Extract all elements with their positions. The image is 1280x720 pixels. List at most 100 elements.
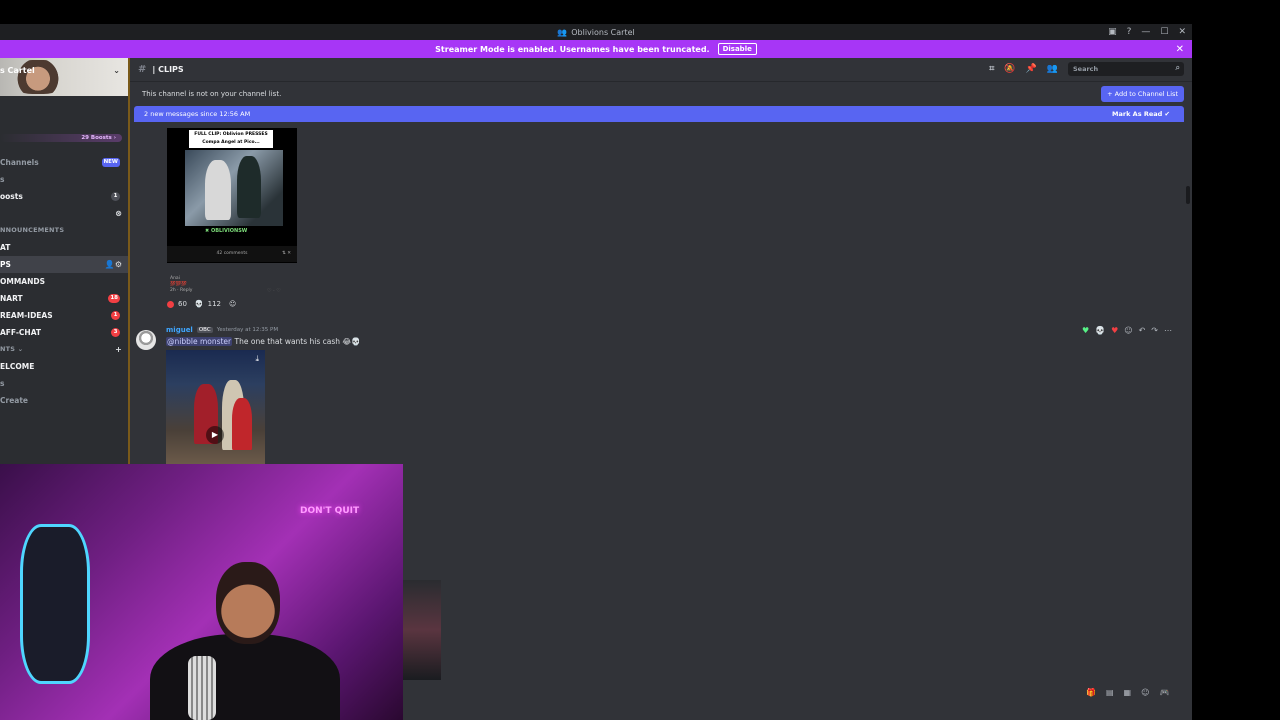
sidebar-item-stream-ideas[interactable]: REAM-IDEAS 1 <box>0 307 128 324</box>
streamer-body <box>150 634 340 720</box>
apps-icon[interactable]: 🎮 <box>1159 688 1169 697</box>
category-events[interactable]: NTS ⌄ + <box>0 341 128 358</box>
avatar[interactable] <box>136 330 156 350</box>
new-badge: NEW <box>101 158 120 167</box>
notice-text: This channel is not on your channel list… <box>142 90 282 98</box>
streamer-head <box>216 562 280 644</box>
more-icon[interactable]: ⋯ <box>1164 326 1172 335</box>
members-icon[interactable]: 👥 <box>1047 64 1058 74</box>
mention-badge: 1 <box>111 311 120 320</box>
sidebar-item-s[interactable]: s <box>0 171 128 188</box>
sidebar-item-clips[interactable]: PS 👤⚙ <box>0 256 128 273</box>
comment-like-icon: ♡ · ♡ <box>267 288 281 294</box>
plus-icon[interactable]: + <box>115 341 122 358</box>
sidebar-item-commands[interactable]: OMMANDS <box>0 273 128 290</box>
sidebar-item-channels[interactable]: Channels NEW <box>0 154 128 171</box>
reaction-skull[interactable]: 💀 112 <box>195 300 221 308</box>
sidebar-item-fanart[interactable]: NART 18 <box>0 290 128 307</box>
reaction-red[interactable]: 60 <box>167 300 187 308</box>
skull-icon: 💀 <box>194 300 204 308</box>
window-controls: ▣ ? — ☐ ✕ <box>1108 24 1186 40</box>
sidebar-item-create[interactable]: Create <box>0 392 128 409</box>
minimize-icon[interactable]: — <box>1141 27 1150 37</box>
message-actions: ♥ 💀 ♥ ☺ ↶ ↷ ⋯ <box>1082 326 1172 335</box>
username[interactable]: miguel <box>166 326 193 334</box>
streamer-text: Streamer Mode is enabled. Usernames have… <box>435 44 710 54</box>
red-circle-icon <box>167 300 174 308</box>
maximize-icon[interactable]: ☐ <box>1160 27 1168 37</box>
search-input[interactable]: Search ⌕ <box>1068 62 1184 76</box>
scrollbar-thumb[interactable] <box>1186 186 1190 204</box>
reaction-bar: 60 💀 112 ☺ <box>167 300 236 308</box>
help-icon[interactable]: ? <box>1127 27 1132 37</box>
play-icon[interactable]: ▶ <box>206 426 224 444</box>
message-item: miguel OBC Yesterday at 12:35 PM @nibble… <box>136 326 1186 466</box>
close-banner-icon[interactable]: ✕ <box>1176 44 1184 55</box>
sidebar-item-s2[interactable]: s <box>0 375 128 392</box>
new-messages-text: 2 new messages since 12:56 AM <box>144 110 251 118</box>
add-reaction-button[interactable]: ☺ <box>229 300 236 308</box>
category-announcements[interactable]: NNOUNCEMENTS <box>0 222 128 239</box>
timestamp: Yesterday at 12:35 PM <box>216 327 279 333</box>
guild-tag[interactable]: OBC <box>196 327 213 333</box>
mute-bell-icon[interactable]: 🔕 <box>1004 64 1015 74</box>
threads-icon[interactable]: ⌗ <box>989 64 994 74</box>
channel-sidebar: s Cartel ⌄ 29 Boosts › Channels NEW s oos… <box>0 58 128 464</box>
server-name: s Cartel <box>0 66 35 75</box>
pin-icon[interactable]: 📌 <box>1026 64 1037 74</box>
chevron-down-icon[interactable]: ⌄ <box>113 66 120 75</box>
sidebar-item-staff-chat[interactable]: AFF-CHAT 3 <box>0 324 128 341</box>
clip-comments-bar: 42 comments ⇅ ✕ <box>167 246 297 262</box>
webcam-overlay: DON'T QUIT <box>0 464 403 720</box>
download-icon[interactable]: ⤓ <box>255 354 259 364</box>
close-icon: ⇅ ✕ <box>282 251 291 256</box>
reaction-green-icon[interactable]: ♥ <box>1082 326 1089 335</box>
channel-name: | CLIPS <box>152 65 184 74</box>
neon-sign: DON'T QUIT <box>300 506 360 516</box>
clip-image-embed[interactable]: FULL CLIP: Oblivion PRESSES Compa Angel … <box>167 128 297 263</box>
mention-badge: 18 <box>108 294 120 303</box>
sidebar-item-blank: ⊗ <box>0 205 128 222</box>
mark-as-read-button[interactable]: Mark As Read ✔ <box>1112 110 1170 118</box>
streamer-mode-banner: Streamer Mode is enabled. Usernames have… <box>0 40 1192 58</box>
close-icon[interactable]: ✕ <box>1178 27 1186 37</box>
sticker-icon[interactable]: ▦ <box>1124 688 1132 697</box>
server-header[interactable]: s Cartel ⌄ <box>0 58 128 96</box>
count-badge: 1 <box>111 192 120 201</box>
clip-comment: Anai 💯💯💯 2h · Reply <box>170 276 193 293</box>
user-mention[interactable]: @nibble monster <box>166 337 233 346</box>
inbox-icon[interactable]: ▣ <box>1108 27 1117 37</box>
add-reaction-icon[interactable]: ☺ <box>1124 326 1132 335</box>
channel-list-notice: This channel is not on your channel list… <box>130 82 1192 106</box>
reply-icon[interactable]: ↶ <box>1139 326 1146 335</box>
channel-header: # | CLIPS ⌗ 🔕 📌 👥 Search ⌕ <box>130 58 1192 82</box>
message-header: miguel OBC Yesterday at 12:35 PM <box>166 326 278 334</box>
heart-react-icon[interactable]: ♥ <box>1111 326 1118 335</box>
hash-icon: # <box>138 64 147 75</box>
forward-icon[interactable]: ↷ <box>1151 326 1158 335</box>
clip-title: FULL CLIP: Oblivion PRESSES Compa Angel … <box>189 130 273 148</box>
boost-progress[interactable]: 29 Boosts › <box>0 134 122 142</box>
composer-toolbar: 🎁 ▤ ▦ ☺ 🎮 <box>1086 688 1169 697</box>
sidebar-item-welcome[interactable]: ELCOME <box>0 358 128 375</box>
header-toolbar: ⌗ 🔕 📌 👥 Search ⌕ <box>989 62 1184 76</box>
sidebar-item-chat[interactable]: AT <box>0 239 128 256</box>
mention-badge: 3 <box>111 328 120 337</box>
smiley-icon: ☺ <box>229 300 237 308</box>
microphone <box>188 656 216 720</box>
add-to-channel-list-button[interactable]: + Add to Channel List <box>1101 86 1184 102</box>
clip-photo <box>185 150 283 226</box>
new-messages-bar[interactable]: 2 new messages since 12:56 AM Mark As Re… <box>134 106 1184 122</box>
gif-icon[interactable]: ▤ <box>1106 688 1114 697</box>
sidebar-item-boosts[interactable]: oosts 1 <box>0 188 128 205</box>
settings-gear-icon[interactable]: 👤⚙ <box>105 256 122 273</box>
server-icon: 👥 <box>557 27 568 37</box>
disable-button[interactable]: Disable <box>717 43 757 55</box>
dismiss-icon[interactable]: ⊗ <box>115 205 122 222</box>
search-icon: ⌕ <box>1175 63 1180 72</box>
video-attachment[interactable]: ▶ ⤓ <box>166 350 265 465</box>
title-bar: 👥 Oblivions Cartel ▣ ? — ☐ ✕ <box>0 24 1192 40</box>
gift-icon[interactable]: 🎁 <box>1086 688 1096 697</box>
skull-react-icon[interactable]: 💀 <box>1095 326 1105 335</box>
emoji-icon[interactable]: ☺ <box>1141 688 1149 697</box>
